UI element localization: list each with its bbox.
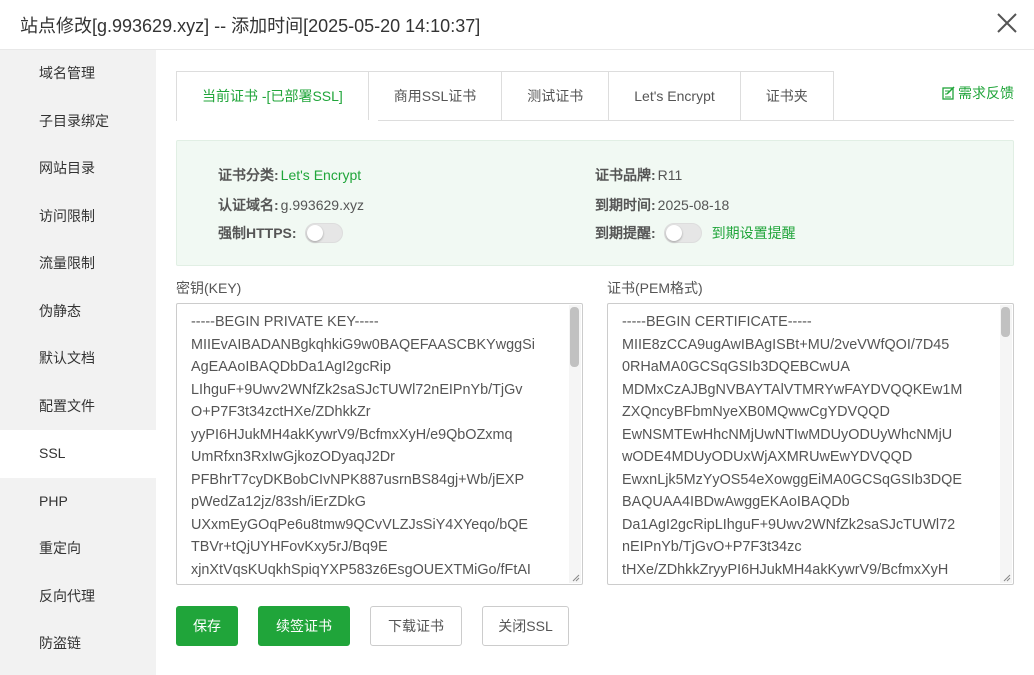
tab[interactable]: 证书夹 [740, 72, 833, 121]
key-text: -----BEGIN PRIVATE KEY----- MIIEvAIBADANB… [191, 311, 566, 581]
sidebar-item[interactable]: 防盗链 [0, 620, 156, 668]
window-titlebar: 站点修改[g.993629.xyz] -- 添加时间[2025-05-20 14… [0, 0, 1034, 50]
text-line: tHXe/ZDhkkZryyPI6HJukMH4akKywrV9/BcfmxXy… [622, 561, 949, 578]
sidebar-item[interactable]: 网站目录 [0, 145, 156, 193]
sidebar-item[interactable]: 流量限制 [0, 240, 156, 288]
cert-text: -----BEGIN CERTIFICATE----- MIIE8zCCA9ugA… [622, 311, 997, 581]
cert-tabs: 当前证书 -[已部署SSL] 商用SSL证书 测试证书 Let's Encrypt 证书… [176, 71, 834, 121]
expire-remind-label: 到期提醒: [595, 225, 656, 241]
sidebar-item[interactable]: 默认文档 [0, 335, 156, 383]
close-ssl-button[interactable]: 关闭SSL [482, 606, 569, 646]
cert-label: 证书(PEM格式) [607, 280, 703, 296]
sidebar-item[interactable]: 反向代理 [0, 573, 156, 621]
download-cert-button[interactable]: 下载证书 [370, 606, 462, 646]
text-line: -----BEGIN PRIVATE KEY----- [191, 314, 379, 330]
text-line: EwNSMTEwHhcNMjUwNTIwMDUyODUyWhcNMjU [622, 426, 953, 443]
key-scroll-thumb[interactable] [570, 307, 579, 367]
cert-category-row: 证书分类: Let's Encrypt [218, 165, 361, 185]
text-line: O+P7F3t34zctHXe/ZDhkkZr [191, 404, 371, 420]
text-line: xjnXtVqsKUqkhSpiqYXP583z6EsgOUEXTMiGo/fF… [191, 561, 531, 578]
cert-brand-value: R11 [657, 167, 683, 183]
tab[interactable]: 当前证书 -[已部署SSL] [177, 72, 369, 121]
toggle-knob [665, 225, 682, 241]
main-panel: 当前证书 -[已部署SSL] 商用SSL证书 测试证书 Let's Encrypt 证书… [156, 50, 1034, 675]
expire-remind-toggle[interactable] [663, 223, 702, 243]
force-https-row: 强制HTTPS: [218, 223, 343, 243]
expire-remind-link[interactable]: 到期设置提醒 [712, 223, 796, 243]
cert-category-value: Let's Encrypt [280, 167, 362, 183]
force-https-toggle[interactable] [304, 223, 343, 243]
key-textarea[interactable]: -----BEGIN PRIVATE KEY----- MIIEvAIBADANB… [176, 303, 583, 585]
cert-textarea[interactable]: -----BEGIN CERTIFICATE----- MIIE8zCCA9ugA… [607, 303, 1014, 585]
tab[interactable]: 测试证书 [502, 72, 610, 121]
text-line: UXxmEyGOqPe6u8tmw9QCvVLZJsSiY4XYeqo/bQE [191, 516, 528, 533]
text-line: MIIEvAIBADANBgkqhkiG9w0BAQEFAASCBKYwggSi [191, 336, 535, 353]
tab[interactable]: 商用SSL证书 [368, 72, 503, 121]
feedback-label: 需求反馈 [958, 85, 1014, 101]
cert-domain-row: 认证域名: g.993629.xyz [218, 195, 364, 215]
edit-icon [942, 86, 955, 100]
text-line: 0RHaMA0GCSqGSIb3DQEBCwUA [622, 359, 850, 375]
text-line: EwxnLjk5MzYyOS54eXowggEiMA0GCSqGSIb3DQE [622, 471, 962, 488]
key-label: 密钥(KEY) [176, 280, 242, 296]
feedback-link[interactable]: 需求反馈 [942, 83, 1014, 103]
cert-domain-value: g.993629.xyz [280, 197, 364, 213]
cert-expire-value: 2025-08-18 [657, 197, 730, 213]
toggle-knob [306, 225, 323, 241]
cert-scrollbar[interactable] [1000, 305, 1012, 583]
text-line: AgEAAoIBAQDbDa1AgI2gcRip [191, 359, 391, 375]
close-icon[interactable] [994, 10, 1020, 36]
text-line: MIIE8zCCA9ugAwIBAgISBt+MU/2veVWfQOI/7D45 [622, 336, 950, 353]
text-line: LIhguF+9Uwv2WNfZk2saSJcTUWl72nEIPnYb/TjG… [191, 381, 523, 398]
sidebar-item[interactable]: 伪静态 [0, 288, 156, 336]
text-line: ZXQncyBFbmNyeXB0MQwwCgYDVQQD [622, 404, 890, 420]
force-https-label: 强制HTTPS: [218, 225, 297, 241]
sidebar: 域名管理 子目录绑定 网站目录 访问限制 流量限制 伪静态 默认文档 配置文件 SSL PHP 重定… [0, 50, 156, 675]
cert-domain-label: 认证域名: [218, 197, 279, 213]
resize-grip-icon[interactable] [572, 574, 580, 582]
text-line: UmRfxn3RxIwGjkozODyaqJ2Dr [191, 449, 395, 465]
text-line: Da1AgI2gcRipLIhguF+9Uwv2WNfZk2saSJcTUWl7… [622, 516, 956, 533]
cert-expire-label: 到期时间: [595, 197, 656, 213]
text-line: MDMxCzAJBgNVBAYTAlVTMRYwFAYDVQQKEw1M [622, 381, 963, 398]
tab-divider [176, 120, 1014, 121]
cert-scroll-thumb[interactable] [1001, 307, 1010, 337]
resize-grip-icon[interactable] [1003, 574, 1011, 582]
text-line: wODE4MDUyODUxWjAXMRUwEwYDVQQD [622, 449, 913, 465]
sidebar-item[interactable]: 访问限制 [0, 193, 156, 241]
sidebar-item[interactable]: PHP [0, 478, 156, 526]
sidebar-item[interactable]: 配置文件 [0, 383, 156, 431]
sidebar-item[interactable]: 重定向 [0, 525, 156, 573]
cert-brand-label: 证书品牌: [595, 167, 656, 183]
cert-brand-row: 证书品牌: R11 [595, 165, 682, 185]
cert-info-box: 证书分类: Let's Encrypt 证书品牌: R11 认证域名: g.99… [176, 140, 1014, 266]
text-line: nEIPnYb/TjGvO+P7F3t34zc [622, 539, 802, 555]
cert-category-label: 证书分类: [218, 167, 279, 183]
save-button[interactable]: 保存 [176, 606, 238, 646]
cert-expire-row: 到期时间: 2025-08-18 [595, 195, 729, 215]
text-line: pWedZa12jz/83sh/iErZDkG [191, 494, 366, 510]
tab[interactable]: Let's Encrypt [609, 72, 741, 121]
renew-cert-button[interactable]: 续签证书 [258, 606, 350, 646]
text-line: TBVr+tQjUYHFovKxy5rJ/Bq9E [191, 539, 388, 555]
text-line: yyPI6HJukMH4akKywrV9/BcfmxXyH/e9QbOZxmq [191, 426, 513, 443]
text-line: -----BEGIN CERTIFICATE----- [622, 314, 812, 330]
sidebar-item[interactable]: 域名管理 [0, 50, 156, 98]
text-line: BAQUAA4IBDwAwggEKAoIBAQDb [622, 494, 850, 510]
expire-remind-row: 到期提醒: 到期设置提醒 [595, 223, 796, 243]
sidebar-item[interactable]: 子目录绑定 [0, 98, 156, 146]
text-line: PFBhrT7cyDKBobCIvNPK887usrnBS84gj+Wb/jEX… [191, 471, 525, 488]
window-title: 站点修改[g.993629.xyz] -- 添加时间[2025-05-20 14… [20, 16, 481, 36]
sidebar-item[interactable]: SSL [0, 430, 156, 478]
